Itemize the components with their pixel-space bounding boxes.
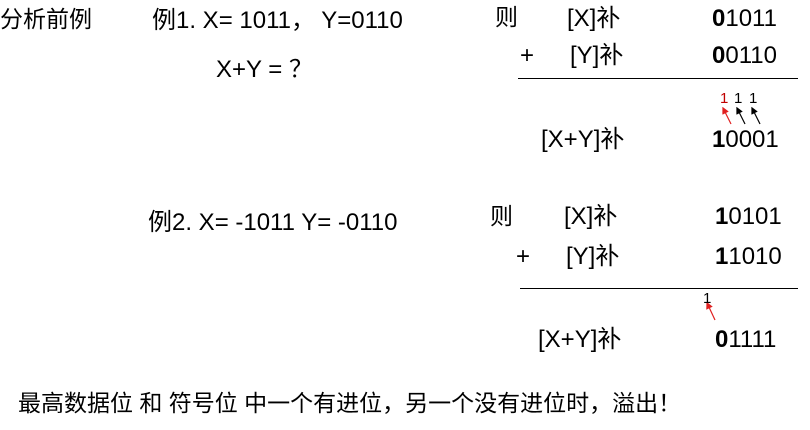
example2-x-complement-label: [X]补 xyxy=(564,203,618,230)
example1-sum-label: [X+Y]补 xyxy=(541,126,625,153)
conclusion-text: 最高数据位 和 符号位 中一个有进位，另一个没有进位时，溢出！ xyxy=(18,390,682,416)
carry-arrow-2 xyxy=(736,106,746,125)
magnitude-bits: 1010 xyxy=(728,243,782,270)
carry-arrow-red-1 xyxy=(722,106,732,125)
sign-bit: 1 xyxy=(715,243,729,270)
magnitude-bits: 0001 xyxy=(725,126,779,153)
magnitude-bits: 1111 xyxy=(728,326,777,353)
example2-x-complement-value: 10101 xyxy=(715,205,782,229)
example2-y-complement-label: [Y]补 xyxy=(566,243,620,270)
carry-arrow-3 xyxy=(751,106,761,125)
example2-sum-value: 01111 xyxy=(715,328,776,352)
example2-sum-line xyxy=(520,288,798,289)
sign-bit: 1 xyxy=(712,126,726,153)
magnitude-bits: 0101 xyxy=(728,203,782,230)
example2-sum-label: [X+Y]补 xyxy=(538,326,622,353)
sign-bit: 1 xyxy=(715,203,729,230)
example2-y-complement-value: 11010 xyxy=(715,245,782,269)
carry-arrow-red-ex2 xyxy=(706,301,716,321)
example2-ze: 则 xyxy=(490,203,513,229)
sign-bit: 0 xyxy=(715,326,729,353)
example2-carry: 1 xyxy=(703,290,712,307)
example1-sum-value: 10001 xyxy=(712,128,779,152)
example2-label: 例2. X= -1011 Y= -0110 xyxy=(148,209,398,236)
example2-plus-sign: + xyxy=(516,243,531,270)
carry-arrows xyxy=(706,106,761,321)
